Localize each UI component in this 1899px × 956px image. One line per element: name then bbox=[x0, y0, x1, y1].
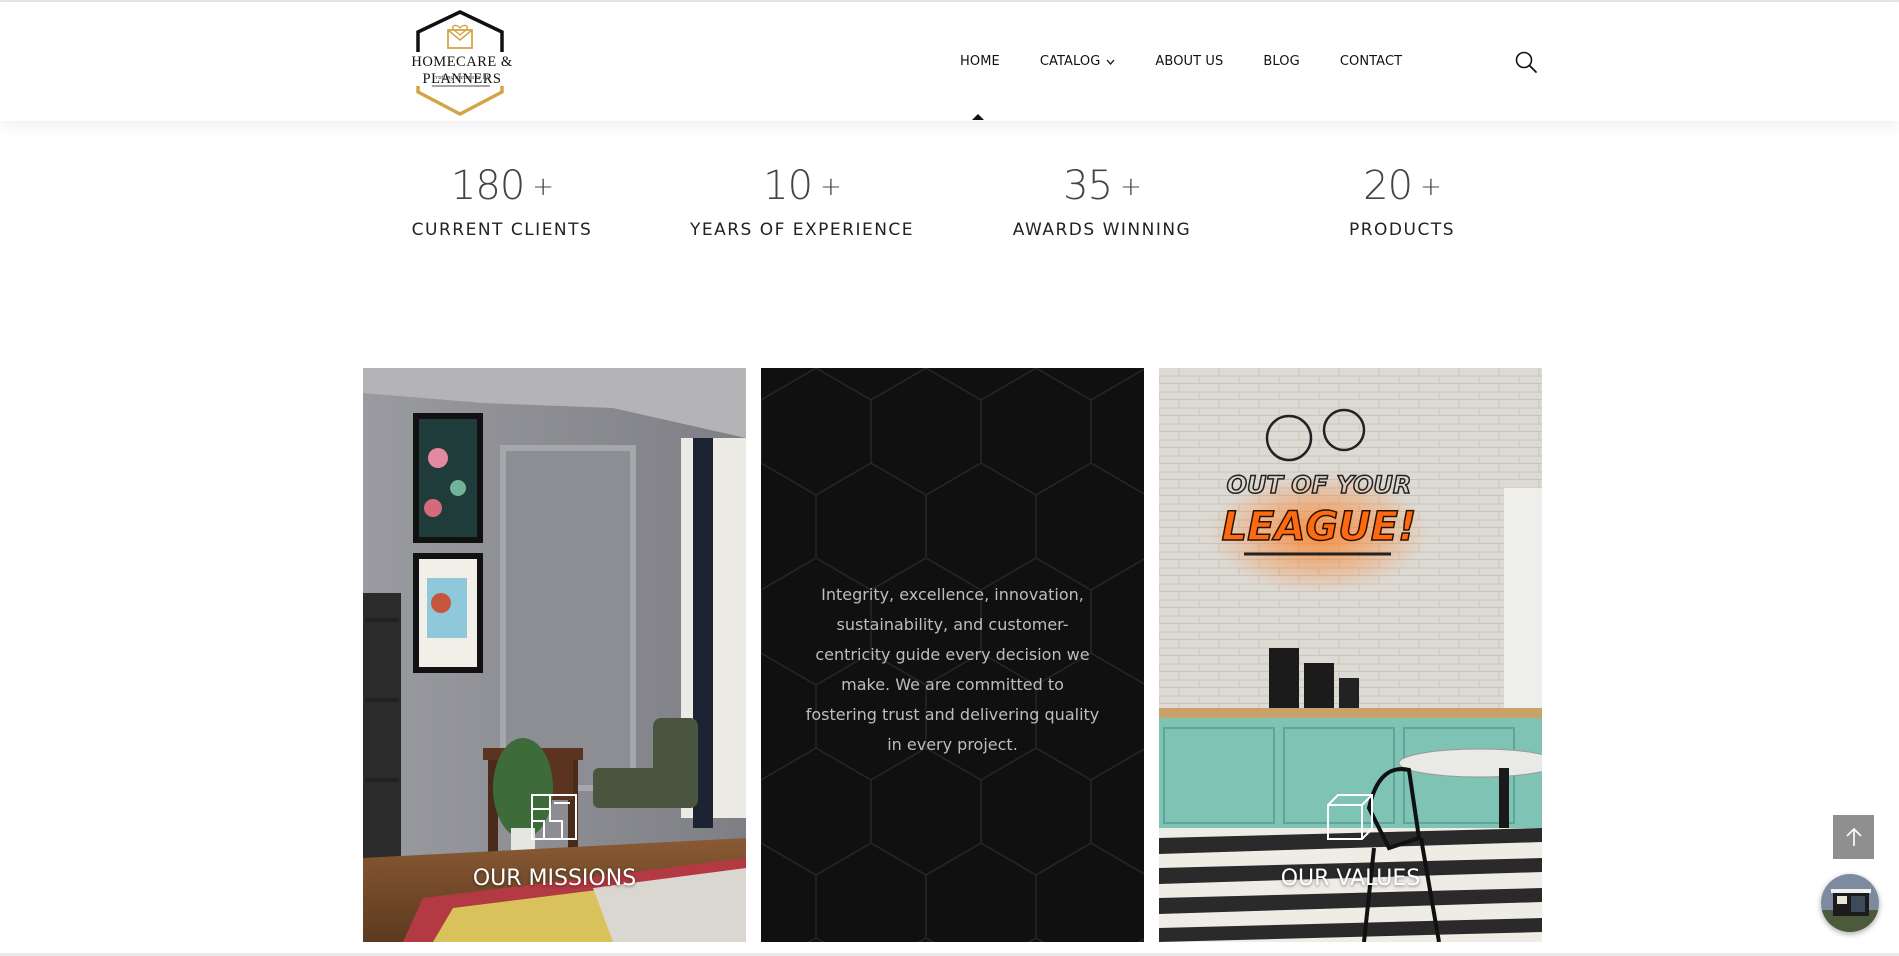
stat-years-experience: 10 + YEARS OF EXPERIENCE bbox=[672, 162, 932, 240]
living-room-photo bbox=[363, 368, 746, 942]
logo-house-icon bbox=[416, 10, 504, 52]
stat-label: YEARS OF EXPERIENCE bbox=[689, 220, 915, 240]
stat-current-clients: 180 + CURRENT CLIENTS bbox=[372, 162, 632, 240]
nav-blog-label: BLOG bbox=[1263, 54, 1300, 69]
card-our-values[interactable]: OUT OF YOUR LEAGUE! OUR VALUES bbox=[1159, 368, 1542, 942]
sign-line-2: LEAGUE! bbox=[1222, 504, 1417, 550]
active-nav-indicator bbox=[972, 114, 984, 120]
stat-number: 10 + bbox=[672, 162, 932, 210]
nav-catalog[interactable]: CATALOG bbox=[1040, 54, 1116, 69]
stat-value: 35 bbox=[1063, 163, 1113, 209]
card-title: OUR VALUES bbox=[1280, 866, 1421, 891]
stat-number: 35 + bbox=[972, 162, 1232, 210]
cube-icon bbox=[1327, 794, 1373, 840]
nav-home[interactable]: HOME bbox=[960, 54, 1000, 69]
stat-suffix: + bbox=[1120, 172, 1142, 202]
cafe-neon-photo: OUT OF YOUR LEAGUE! bbox=[1159, 368, 1542, 942]
card-title: OUR MISSIONS bbox=[472, 866, 637, 891]
stat-value: 180 bbox=[450, 163, 525, 209]
house-thumbnail bbox=[1821, 874, 1879, 932]
stat-awards-winning: 35 + AWARDS WINNING bbox=[972, 162, 1232, 240]
brand-logo[interactable]: HOMECARE & PLANNERS crafting dreams to l… bbox=[372, 10, 552, 118]
nav-blog[interactable]: BLOG bbox=[1263, 54, 1299, 69]
card-our-missions[interactable]: OUR MISSIONS bbox=[363, 368, 746, 942]
site-header: HOMECARE & PLANNERS crafting dreams to l… bbox=[0, 2, 1899, 121]
nav-catalog-label: CATALOG bbox=[1039, 54, 1101, 69]
stat-suffix: + bbox=[532, 172, 554, 202]
stat-value: 20 bbox=[1363, 163, 1413, 209]
logo-base-icon bbox=[416, 85, 504, 116]
nav-contact-label: CONTACT bbox=[1339, 54, 1403, 69]
search-icon[interactable] bbox=[1514, 50, 1538, 74]
arrow-up-icon bbox=[1845, 827, 1862, 846]
stat-suffix: + bbox=[820, 172, 842, 202]
back-to-top-button[interactable] bbox=[1833, 815, 1874, 859]
chat-avatar-button[interactable] bbox=[1821, 874, 1879, 932]
nav-contact[interactable]: CONTACT bbox=[1340, 54, 1402, 69]
nav-about-us[interactable]: ABOUT US bbox=[1155, 54, 1223, 69]
stat-value: 10 bbox=[763, 163, 813, 209]
chevron-down-icon bbox=[1106, 59, 1115, 65]
stat-label: PRODUCTS bbox=[1348, 220, 1456, 240]
stat-label: AWARDS WINNING bbox=[1012, 220, 1192, 240]
card-values-statement: Integrity, excellence, innovation, susta… bbox=[761, 368, 1144, 942]
stat-number: 180 + bbox=[372, 162, 632, 210]
stat-products: 20 + PRODUCTS bbox=[1272, 162, 1532, 240]
stat-number: 20 + bbox=[1272, 162, 1532, 210]
stat-label: CURRENT CLIENTS bbox=[411, 220, 593, 240]
values-statement-text: Integrity, excellence, innovation, susta… bbox=[805, 585, 1100, 754]
stat-suffix: + bbox=[1420, 172, 1442, 202]
nav-home-label: HOME bbox=[960, 54, 1000, 69]
main-nav: HOME CATALOG ABOUT US BLOG CONTACT bbox=[960, 2, 1442, 121]
sign-line-1: OUT OF YOUR bbox=[1227, 471, 1412, 499]
blueprint-icon bbox=[531, 794, 577, 840]
nav-about-label: ABOUT US bbox=[1155, 54, 1224, 69]
